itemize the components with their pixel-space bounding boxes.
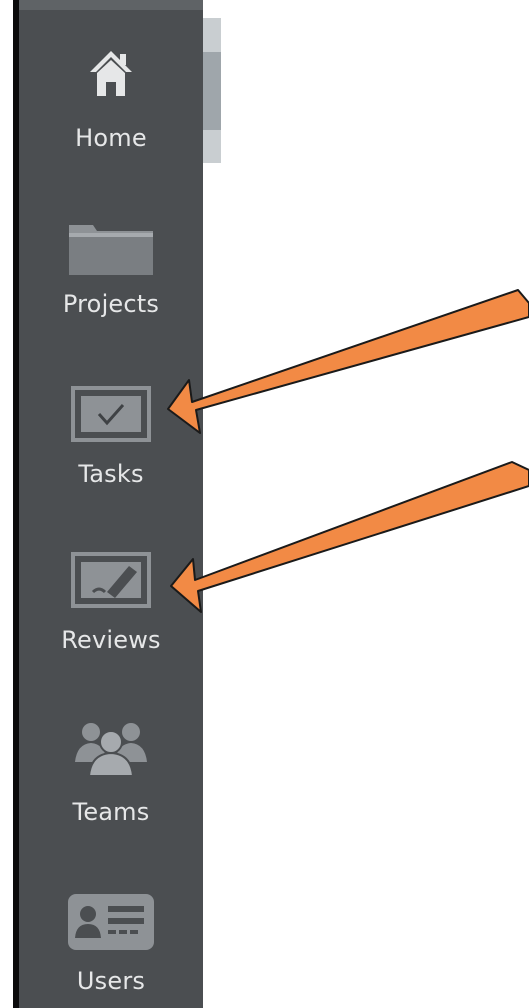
arrow-to-reviews — [170, 461, 529, 613]
checkbox-icon — [71, 386, 151, 442]
sidebar-item-label: Projects — [62, 290, 160, 318]
sidebar-item-tasks[interactable]: Tasks — [19, 365, 203, 515]
folder-icon — [69, 225, 153, 275]
screen: Home Projects Tasks Reviews Teams Users — [0, 0, 529, 1008]
home-icon — [90, 51, 132, 96]
arrow-to-tasks — [167, 289, 529, 434]
sidebar-item-home[interactable]: Home — [19, 30, 203, 180]
team-icon — [75, 723, 147, 777]
user-card-icon — [68, 894, 154, 950]
sidebar-item-label: Users — [76, 967, 146, 995]
sidebar-item-label: Home — [75, 124, 147, 152]
sidebar-item-label: Reviews — [61, 626, 161, 654]
scrollbar-thumb[interactable] — [203, 52, 221, 130]
sidebar-item-label: Tasks — [78, 460, 144, 488]
sidebar-item-teams[interactable]: Teams — [19, 700, 203, 850]
sidebar-item-projects[interactable]: Projects — [19, 195, 203, 345]
review-icon — [71, 552, 151, 608]
sidebar-top-strip — [19, 0, 203, 10]
sidebar-item-users[interactable]: Users — [19, 868, 203, 1008]
sidebar-item-reviews[interactable]: Reviews — [19, 530, 203, 680]
sidebar-item-label: Teams — [72, 798, 150, 826]
